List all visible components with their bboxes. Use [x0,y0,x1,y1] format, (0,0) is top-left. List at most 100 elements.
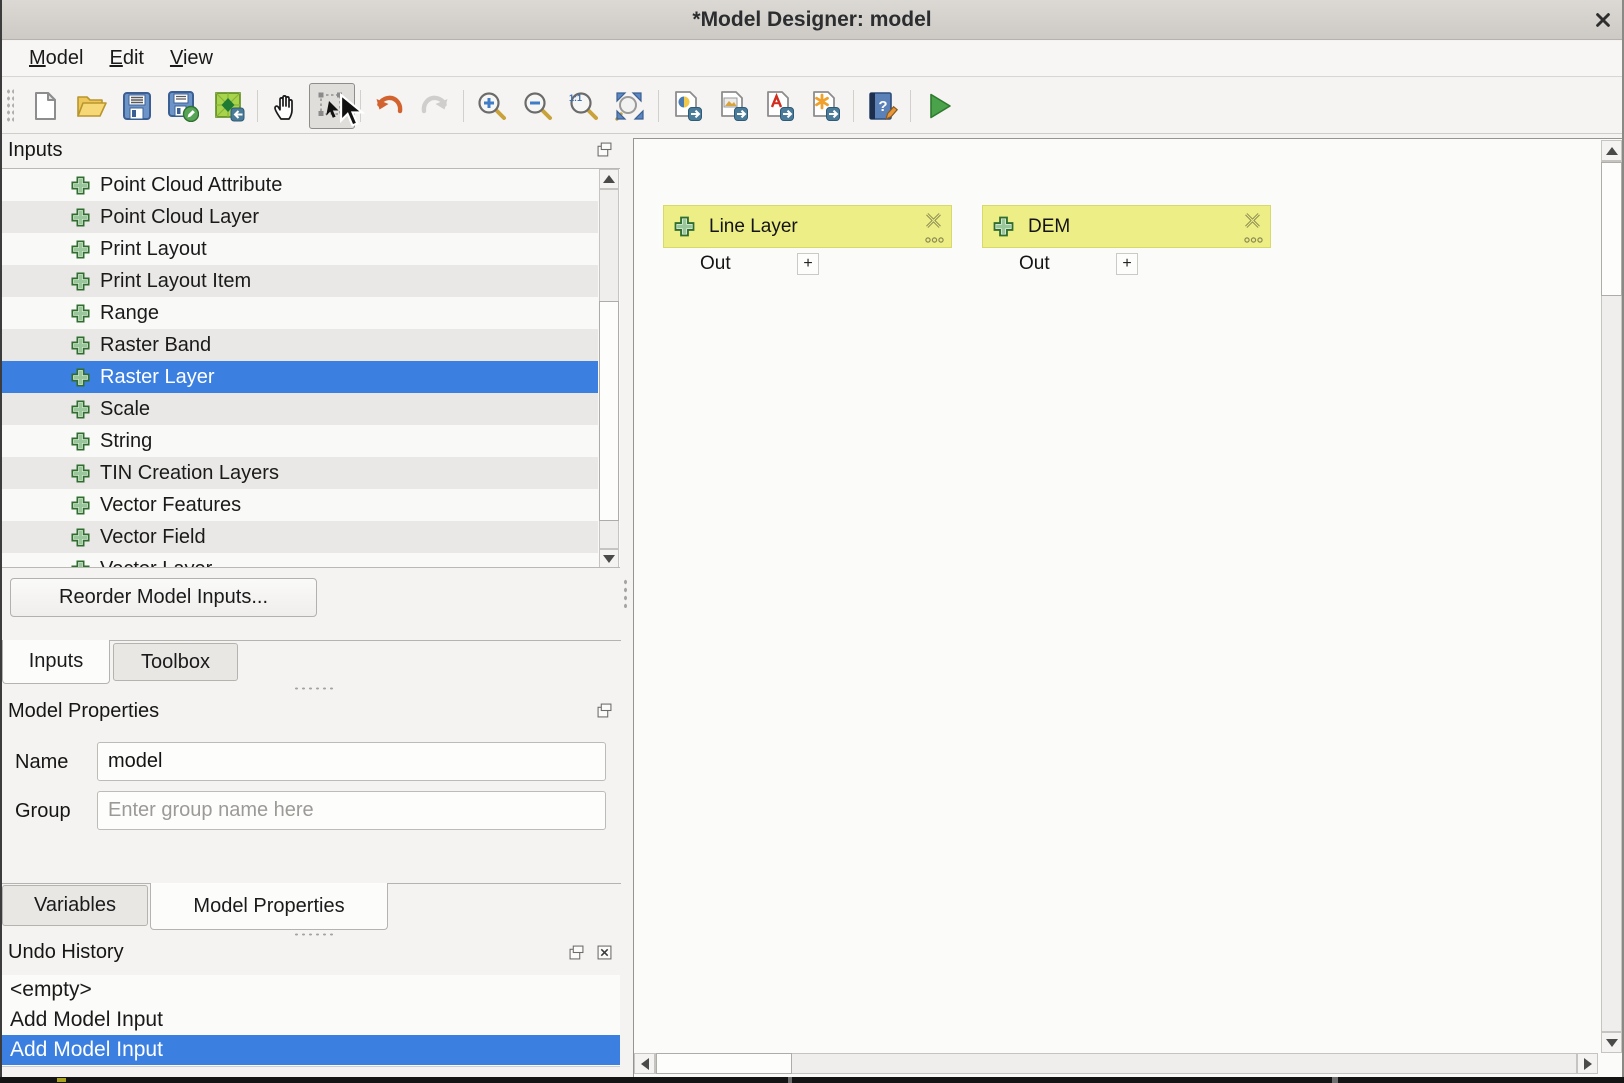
redo-button[interactable] [412,83,458,129]
list-item[interactable]: Point Cloud Layer [2,201,598,233]
undo-item-selected[interactable]: Add Model Input [2,1035,620,1065]
add-input-icon [70,431,91,452]
toolbar-grip-handle[interactable] [6,88,14,124]
add-input-icon [70,463,91,484]
float-panel-icon [597,703,612,718]
toolbar-separator [257,90,258,122]
undo-item[interactable]: Add Model Input [2,1005,620,1035]
node-comment-dots-icon[interactable] [1244,236,1263,244]
undo-item[interactable]: <empty> [2,975,620,1005]
export-pdf-icon [763,90,795,122]
list-item[interactable]: Range [2,297,598,329]
export-svg-icon [809,90,841,122]
undo-history-close-button[interactable] [597,945,612,960]
run-icon [923,90,955,122]
float-panel-icon [569,945,584,960]
float-panel-icon [597,142,612,157]
export-svg-button[interactable] [802,83,848,129]
menu-model[interactable]: Model [16,43,96,74]
canvas-scroll-up-button[interactable] [1601,140,1622,161]
export-python-icon [671,90,703,122]
list-item[interactable]: Vector Features [2,489,598,521]
close-panel-icon [597,945,612,960]
undo-history-float-button[interactable] [569,945,584,960]
remove-node-icon[interactable] [924,211,943,230]
model-input-node-dem[interactable]: DEM [982,205,1271,248]
menu-view[interactable]: View [157,43,226,74]
list-item-selected[interactable]: Raster Layer [2,361,598,393]
canvas-scroll-left-button[interactable] [634,1053,655,1074]
open-model-button[interactable] [68,83,114,129]
save-model-as-button[interactable] [160,83,206,129]
export-image-button[interactable] [710,83,756,129]
save-model-button[interactable] [114,83,160,129]
save-model-in-project-button[interactable] [206,83,252,129]
node-label: DEM [1028,216,1070,238]
node-comment-dots-icon[interactable] [925,236,944,244]
list-scroll-down-button[interactable] [599,549,619,568]
zoom-actual-label: 1:1 [569,93,582,103]
tab-inputs[interactable]: Inputs [2,640,110,684]
redo-icon [419,90,451,122]
undo-icon [373,90,405,122]
new-model-button[interactable] [22,83,68,129]
inputs-panel-float-button[interactable] [597,142,612,157]
zoom-full-icon [614,90,646,122]
model-properties-float-button[interactable] [597,703,612,718]
tab-toolbox[interactable]: Toolbox [113,643,238,681]
node-out-label: Out [700,253,731,275]
window-border [0,0,2,1077]
zoom-full-button[interactable] [607,83,653,129]
list-item[interactable]: Vector Layer [2,553,598,568]
window-close-button[interactable] [1594,11,1612,29]
node-add-link-button[interactable]: + [797,253,819,275]
toolbar-separator [853,90,854,122]
mouse-cursor [334,92,368,132]
canvas-hscrollbar-thumb[interactable] [656,1053,792,1074]
list-item[interactable]: Vector Field [2,521,598,553]
canvas-scroll-right-button[interactable] [1577,1053,1598,1074]
toolbar-separator [658,90,659,122]
zoom-actual-button[interactable]: 1:1 [561,83,607,129]
model-input-node-line-layer[interactable]: Line Layer [663,205,952,248]
node-add-link-button[interactable]: + [1116,253,1138,275]
list-item[interactable]: Raster Band [2,329,598,361]
remove-node-icon[interactable] [1243,211,1262,230]
toolbar: 1:1 [2,78,1622,134]
list-item[interactable]: TIN Creation Layers [2,457,598,489]
canvas-scroll-down-button[interactable] [1601,1032,1622,1053]
zoom-out-button[interactable] [515,83,561,129]
panel-splitter-handle[interactable] [623,578,629,608]
list-item[interactable]: String [2,425,598,457]
run-model-button[interactable] [916,83,962,129]
edit-help-button[interactable]: ? [859,83,905,129]
export-pdf-button[interactable] [756,83,802,129]
name-field[interactable] [97,742,606,781]
model-canvas[interactable] [633,138,1624,1077]
list-item[interactable]: Print Layout Item [2,265,598,297]
splitter-handle[interactable] [293,932,337,938]
pan-tool-button[interactable] [263,83,309,129]
new-file-icon [29,90,61,122]
model-input-icon [673,215,696,238]
svg-text:?: ? [878,98,887,115]
list-item[interactable]: Point Cloud Attribute [2,169,598,201]
add-input-icon [70,239,91,260]
tab-variables[interactable]: Variables [2,885,148,926]
list-item[interactable]: Print Layout [2,233,598,265]
name-label: Name [15,751,68,774]
reorder-model-inputs-button[interactable]: Reorder Model Inputs... [10,578,317,617]
undo-button[interactable] [366,83,412,129]
splitter-handle[interactable] [293,686,337,692]
menu-edit[interactable]: Edit [96,43,156,74]
export-python-button[interactable] [664,83,710,129]
titlebar[interactable]: *Model Designer: model [0,0,1624,40]
group-field[interactable] [97,791,606,830]
list-item[interactable]: Scale [2,393,598,425]
tab-model-properties[interactable]: Model Properties [150,883,388,930]
canvas-vscrollbar-thumb[interactable] [1601,162,1622,296]
list-scrollbar-thumb[interactable] [599,301,619,521]
desktop-strip [0,1077,1624,1083]
zoom-in-button[interactable] [469,83,515,129]
list-scroll-up-button[interactable] [599,169,619,189]
